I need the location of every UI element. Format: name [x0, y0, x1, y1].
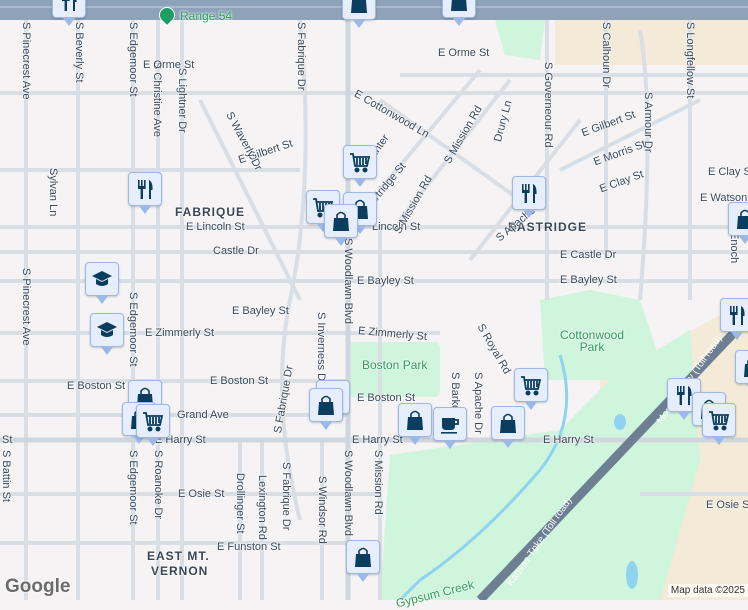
shopping-bag-icon [736, 209, 748, 230]
fork-knife-icon [138, 180, 153, 199]
street-label: E Orme St [143, 59, 195, 71]
school-marker[interactable] [90, 313, 124, 355]
street-label: S Battin St [0, 450, 12, 502]
district-label: VERNON [151, 564, 209, 578]
park-label: Cottonwood Park [559, 328, 625, 354]
district-label: FABRIQUE [175, 205, 246, 219]
street-label: E Bayley St [232, 305, 289, 317]
street-label: E Osie St [706, 499, 748, 511]
street-label: S Pinecrest Ave [20, 22, 32, 100]
street-label: E Funston St [217, 541, 281, 553]
shopping-bag-icon [450, 0, 468, 12]
shopping-bag-icon [499, 413, 517, 434]
street-label: E Castle Dr [560, 249, 617, 261]
fork-knife-icon [522, 184, 537, 203]
street-label: S Beverly St [73, 22, 85, 83]
grocery-marker[interactable] [343, 145, 377, 187]
street-label: Grand Ave [177, 409, 229, 421]
district-label: EAST MT. [147, 549, 210, 563]
coffee-cup-icon [440, 417, 459, 435]
street-label: Sylvan Ln [47, 168, 59, 217]
cafe-marker[interactable] [433, 407, 467, 449]
street-label: Drollinger St [234, 473, 246, 534]
fork-knife-icon [730, 306, 745, 325]
shopping-cart-icon [349, 153, 370, 173]
park-label: Boston Park [362, 358, 428, 372]
street-label: E Bayley St [357, 275, 414, 287]
shopping-bag-icon [332, 211, 350, 232]
street-label: S Windsor Rd [316, 476, 328, 544]
shopping-bag-icon [317, 395, 335, 416]
shopping-marker[interactable] [442, 0, 476, 26]
shopping-marker[interactable] [342, 0, 376, 28]
street-label: S Fabrique Dr [295, 22, 307, 91]
street-label: E Clay St [708, 166, 748, 178]
street-label: S Edgemoor St [127, 292, 139, 367]
street-label: S Governeour Rd [542, 62, 554, 148]
street-label: S Lightner Dr [176, 68, 188, 133]
shopping-bag-icon [743, 357, 748, 378]
street-label: E Zimmerly St [145, 327, 215, 339]
street-label: E Boston St [210, 375, 269, 387]
shopping-cart-icon [142, 412, 163, 432]
land-area [555, 20, 748, 65]
shopping-marker[interactable] [398, 403, 432, 445]
street-label: S Fabrique Dr [280, 462, 292, 531]
graduation-cap-icon [92, 271, 112, 286]
street-label: E Harry St [543, 434, 594, 446]
street-label: E Lincoln St [186, 221, 245, 233]
shopping-bag-icon [354, 547, 372, 568]
street-label: S Roanoke Dr [152, 450, 164, 520]
shopping-marker[interactable] [324, 204, 358, 246]
street-label: St [2, 434, 13, 446]
shopping-marker[interactable] [491, 406, 525, 448]
grocery-marker[interactable] [702, 403, 736, 445]
street-label: E Harry St [352, 434, 403, 446]
fork-knife-icon [62, 0, 77, 11]
street-label: S Edgemoor St [127, 22, 139, 97]
shopping-marker[interactable] [728, 202, 748, 244]
street-label: S Christine Ave [151, 62, 163, 138]
street-label: E Boston St [67, 380, 126, 392]
street-label: S Pinecrest Ave [20, 268, 32, 346]
street-label: Lexington Rd [256, 475, 268, 540]
park-area [495, 20, 545, 60]
shopping-marker[interactable] [346, 540, 380, 582]
street-label: S Woodlawn Blvd [342, 450, 354, 537]
google-logo: Google [5, 576, 71, 597]
street-label: E Orme St [438, 47, 490, 59]
shopping-cart-icon [520, 376, 541, 396]
shopping-marker[interactable] [309, 388, 343, 430]
map-attribution[interactable]: Map data ©2025 [667, 584, 748, 597]
street-label: E Osie St [178, 488, 225, 500]
street-label: S Woodlawn Blvd [342, 238, 354, 325]
graduation-cap-icon [97, 322, 117, 337]
shopping-cart-icon [708, 411, 729, 431]
restaurant-marker[interactable] [720, 298, 748, 340]
street-label: S Longfellow St [684, 22, 696, 99]
restaurant-marker[interactable] [512, 176, 546, 218]
street-label: S Calhoun Dr [600, 22, 612, 89]
street-label: S Inverness Dr [315, 312, 327, 385]
shopping-bag-icon [406, 410, 424, 431]
restaurant-marker[interactable] [52, 0, 86, 26]
grocery-marker[interactable] [514, 368, 548, 410]
school-marker[interactable] [85, 262, 119, 304]
shopping-bag-icon [350, 0, 368, 14]
shopping-marker[interactable] [735, 350, 748, 392]
street-label: Castle Dr [213, 245, 259, 257]
poi-label[interactable]: Range 54 [180, 10, 232, 22]
street-label: E Bayley St [560, 274, 617, 286]
restaurant-marker[interactable] [128, 172, 162, 214]
grocery-marker[interactable] [136, 404, 170, 446]
street-label: S Mission Rd [372, 450, 384, 515]
street-label: S Edgemoor St [127, 450, 139, 525]
street-label: S Apache Dr [472, 372, 484, 434]
